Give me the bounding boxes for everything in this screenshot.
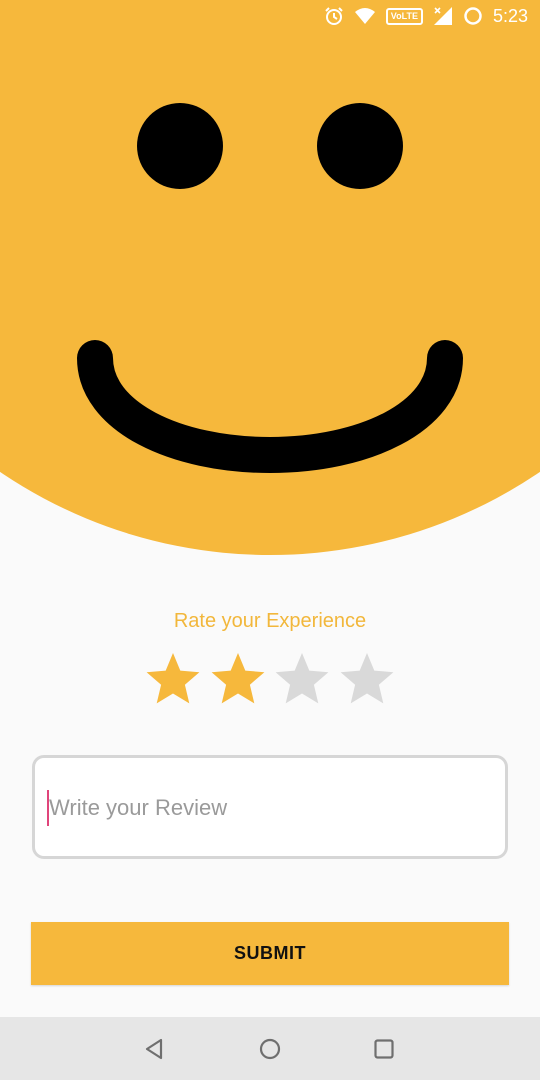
navigation-bar bbox=[0, 1017, 540, 1080]
smile-mouth bbox=[77, 340, 463, 474]
left-eye bbox=[137, 103, 223, 189]
review-field[interactable] bbox=[32, 755, 508, 859]
signal-icon bbox=[433, 6, 453, 26]
star-filled-icon[interactable] bbox=[209, 650, 267, 708]
submit-button[interactable]: SUBMIT bbox=[31, 922, 509, 985]
alarm-icon bbox=[324, 6, 344, 26]
star-empty-icon[interactable] bbox=[273, 650, 331, 708]
wifi-icon bbox=[354, 7, 376, 25]
volte-icon: VoLTE bbox=[385, 7, 423, 25]
status-time: 5:23 bbox=[492, 5, 528, 26]
review-screen: VoLTE 5:23 Rate your Experience SUBMIT bbox=[0, 0, 540, 1080]
star-filled-icon[interactable] bbox=[144, 650, 202, 708]
right-eye bbox=[317, 103, 403, 189]
review-input[interactable] bbox=[49, 788, 489, 828]
status-bar: VoLTE 5:23 bbox=[0, 0, 540, 32]
home-icon[interactable] bbox=[256, 1035, 284, 1063]
back-icon[interactable] bbox=[141, 1035, 169, 1063]
smiley-features bbox=[0, 0, 540, 560]
star-empty-icon[interactable] bbox=[338, 650, 396, 708]
star-rating bbox=[144, 650, 396, 710]
rating-title: Rate your Experience bbox=[173, 610, 367, 632]
recents-icon[interactable] bbox=[370, 1035, 398, 1063]
battery-icon bbox=[463, 6, 483, 26]
